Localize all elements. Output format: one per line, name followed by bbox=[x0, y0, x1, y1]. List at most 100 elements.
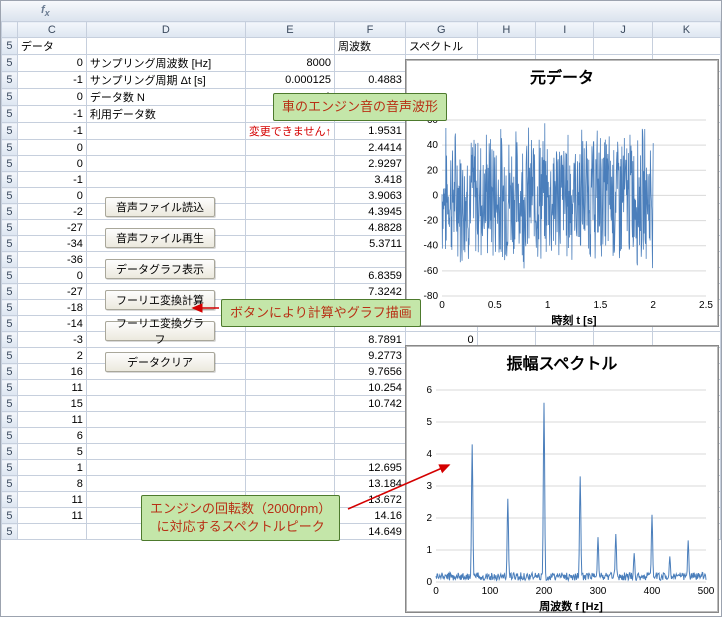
row-header[interactable]: 5 bbox=[2, 332, 18, 348]
cell[interactable] bbox=[245, 476, 334, 492]
cell[interactable]: 4.8828 bbox=[334, 220, 405, 236]
cell[interactable] bbox=[245, 348, 334, 364]
cell[interactable]: 6 bbox=[17, 428, 86, 444]
cell[interactable] bbox=[245, 204, 334, 220]
row-header[interactable]: 5 bbox=[2, 476, 18, 492]
row-header[interactable]: 5 bbox=[2, 236, 18, 252]
cell[interactable]: -36 bbox=[17, 252, 86, 268]
col-header[interactable]: E bbox=[245, 22, 334, 38]
cell[interactable] bbox=[245, 284, 334, 300]
show-graph-button[interactable]: データグラフ表示 bbox=[105, 259, 215, 279]
row-header[interactable]: 5 bbox=[2, 508, 18, 524]
cell[interactable] bbox=[86, 123, 245, 140]
cell[interactable] bbox=[245, 460, 334, 476]
spectrum-chart[interactable]: 振幅スペクトル 01234560100200300400500周波数 f [Hz… bbox=[405, 345, 719, 613]
cell[interactable]: 16 bbox=[17, 364, 86, 380]
cell[interactable]: 1.9531 bbox=[334, 123, 405, 140]
cell[interactable]: 9.7656 bbox=[334, 364, 405, 380]
cell[interactable]: 0 bbox=[17, 188, 86, 204]
cell[interactable] bbox=[86, 428, 245, 444]
row-header[interactable]: 5 bbox=[2, 55, 18, 72]
row-header[interactable]: 5 bbox=[2, 428, 18, 444]
cell[interactable]: -2 bbox=[17, 204, 86, 220]
row-header[interactable]: 5 bbox=[2, 364, 18, 380]
cell[interactable]: 11 bbox=[17, 508, 86, 524]
cell[interactable]: 13.184 bbox=[334, 476, 405, 492]
cell[interactable]: 14.16 bbox=[334, 508, 405, 524]
cell[interactable] bbox=[594, 38, 652, 55]
cell[interactable]: 0 bbox=[17, 268, 86, 284]
col-header[interactable]: C bbox=[17, 22, 86, 38]
cell[interactable]: 0 bbox=[17, 55, 86, 72]
cell[interactable]: 8000 bbox=[245, 55, 334, 72]
cell[interactable] bbox=[245, 444, 334, 460]
load-audio-button[interactable]: 音声ファイル読込 bbox=[105, 197, 215, 217]
row-header[interactable]: 5 bbox=[2, 300, 18, 316]
cell[interactable]: 5 bbox=[17, 444, 86, 460]
cell[interactable] bbox=[652, 38, 720, 55]
col-header[interactable]: J bbox=[594, 22, 652, 38]
cell[interactable]: 8 bbox=[17, 476, 86, 492]
cell[interactable]: 9.2773 bbox=[334, 348, 405, 364]
clear-data-button[interactable]: データクリア bbox=[105, 352, 215, 372]
cell[interactable]: -27 bbox=[17, 220, 86, 236]
col-header[interactable]: I bbox=[536, 22, 594, 38]
cell[interactable] bbox=[86, 460, 245, 476]
cell[interactable]: -1 bbox=[17, 72, 86, 89]
cell[interactable]: -18 bbox=[17, 300, 86, 316]
cell[interactable]: 0 bbox=[17, 140, 86, 156]
cell[interactable] bbox=[86, 140, 245, 156]
cell[interactable]: 0 bbox=[17, 89, 86, 106]
cell[interactable] bbox=[245, 172, 334, 188]
cell[interactable] bbox=[334, 55, 405, 72]
cell[interactable]: 5.3711 bbox=[334, 236, 405, 252]
cell[interactable] bbox=[245, 38, 334, 55]
col-header[interactable]: F bbox=[334, 22, 405, 38]
row-header[interactable]: 5 bbox=[2, 460, 18, 476]
cell[interactable]: -1 bbox=[17, 123, 86, 140]
cell[interactable]: 3.9063 bbox=[334, 188, 405, 204]
row-header[interactable]: 5 bbox=[2, 188, 18, 204]
cell[interactable] bbox=[245, 268, 334, 284]
cell[interactable] bbox=[245, 332, 334, 348]
cell[interactable]: 13.672 bbox=[334, 492, 405, 508]
cell[interactable] bbox=[86, 172, 245, 188]
row-header[interactable]: 5 bbox=[2, 412, 18, 428]
waveform-chart[interactable]: 元データ -80-60-40-20020406000.511.522.5時刻 t… bbox=[405, 59, 719, 327]
cell[interactable]: サンプリング周波数 [Hz] bbox=[86, 55, 245, 72]
cell[interactable]: -3 bbox=[17, 332, 86, 348]
cell[interactable]: 6.8359 bbox=[334, 268, 405, 284]
cell[interactable] bbox=[245, 236, 334, 252]
corner-cell[interactable] bbox=[2, 22, 18, 38]
cell[interactable]: 11 bbox=[17, 412, 86, 428]
row-header[interactable]: 5 bbox=[2, 284, 18, 300]
cell[interactable]: 2 bbox=[17, 348, 86, 364]
cell[interactable]: 0 bbox=[17, 156, 86, 172]
cell[interactable]: 15 bbox=[17, 396, 86, 412]
cell[interactable]: -14 bbox=[17, 316, 86, 332]
cell[interactable] bbox=[334, 412, 405, 428]
cell[interactable]: スペクトル bbox=[405, 38, 477, 55]
cell[interactable] bbox=[86, 380, 245, 396]
cell[interactable] bbox=[245, 188, 334, 204]
cell[interactable] bbox=[86, 38, 245, 55]
formula-bar[interactable]: fx bbox=[1, 1, 721, 22]
cell[interactable]: -1 bbox=[17, 172, 86, 188]
cell[interactable] bbox=[245, 140, 334, 156]
row-header[interactable]: 5 bbox=[2, 524, 18, 540]
cell[interactable] bbox=[334, 252, 405, 268]
cell[interactable] bbox=[477, 38, 535, 55]
fft-graph-button[interactable]: フーリエ変換グラフ bbox=[105, 321, 215, 341]
cell[interactable]: 2.9297 bbox=[334, 156, 405, 172]
cell[interactable] bbox=[86, 156, 245, 172]
row-header[interactable]: 5 bbox=[2, 172, 18, 188]
cell[interactable] bbox=[334, 428, 405, 444]
cell[interactable] bbox=[17, 524, 86, 540]
cell[interactable] bbox=[245, 412, 334, 428]
cell[interactable] bbox=[86, 412, 245, 428]
row-header[interactable]: 5 bbox=[2, 444, 18, 460]
row-header[interactable]: 5 bbox=[2, 123, 18, 140]
row-header[interactable]: 5 bbox=[2, 348, 18, 364]
cell[interactable]: サンプリング周期 Δt [s] bbox=[86, 72, 245, 89]
row-header[interactable]: 5 bbox=[2, 220, 18, 236]
